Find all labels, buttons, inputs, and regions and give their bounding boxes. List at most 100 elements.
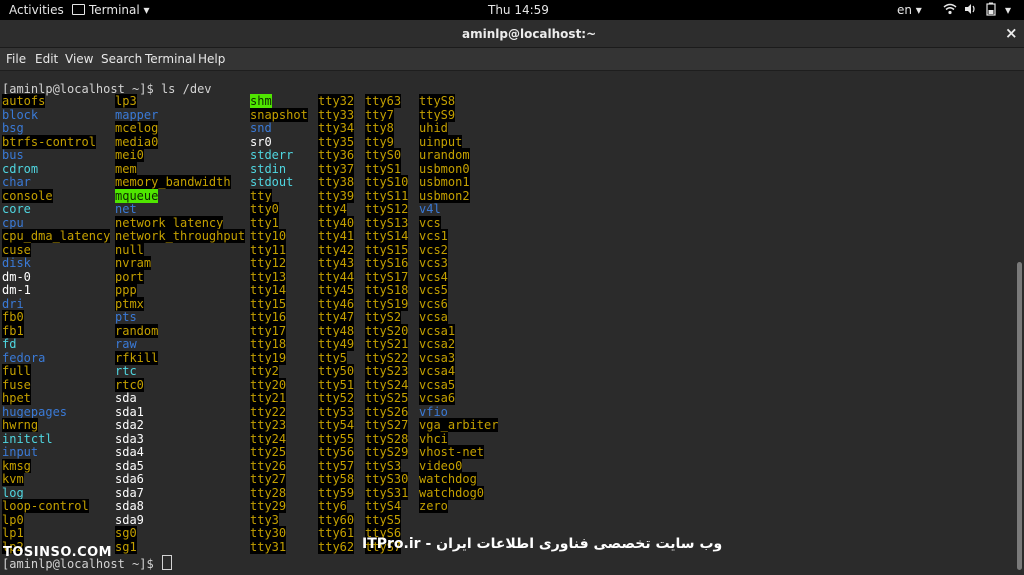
ls-entry-row: ttyS1 <box>365 161 408 177</box>
system-menu-caret-icon[interactable]: ▾ <box>1005 3 1011 17</box>
dev-entry: tty4 <box>318 202 347 216</box>
ls-column-4: tty32 tty33 tty34 tty35 tty36 tty37 tty38 tty39… <box>318 94 355 554</box>
dev-entry: usbmon0 <box>419 161 470 176</box>
app-menu-button[interactable]: Terminal ▾ <box>72 3 150 17</box>
menu-file[interactable]: File <box>6 52 26 66</box>
menu-search[interactable]: Search <box>101 52 142 66</box>
ls-entry-row: block <box>2 108 110 123</box>
app-menu-label: Terminal ▾ <box>89 3 150 17</box>
ls-entry-row: fedora <box>2 351 110 366</box>
ls-entry-row: ttyS21 <box>365 337 409 352</box>
ls-entry-row: ttyS23 <box>365 364 409 379</box>
ls-entry-row: random <box>115 323 245 339</box>
ls-entry-row: tty4 <box>318 202 354 217</box>
dev-entry: ttyS22 <box>365 350 409 365</box>
ls-entry-row: tty11 <box>250 242 308 258</box>
ls-entry-row: tty46 <box>318 296 355 312</box>
ls-entry-row: network_latency <box>115 215 245 231</box>
ls-entry-row: tty23 <box>250 418 308 433</box>
menu-view[interactable]: View <box>65 52 93 66</box>
dev-entry: tty59 <box>318 485 355 500</box>
dev-entry: ttyS3 <box>365 458 402 473</box>
dev-entry: memory_bandwidth <box>115 175 231 189</box>
dev-entry: tty11 <box>250 242 287 257</box>
ls-entry-row: dri <box>2 297 110 312</box>
ls-entry-row: tty34 <box>318 121 355 136</box>
dev-entry: port <box>115 269 144 284</box>
volume-icon[interactable] <box>963 2 977 19</box>
ls-entry-row: usbmon0 <box>419 161 498 177</box>
terminal-scrollbar[interactable] <box>1017 262 1022 570</box>
dev-entry: vcs1 <box>419 229 448 243</box>
ls-entry-row: cuse <box>2 242 110 258</box>
ls-entry-row: ttyS0 <box>365 148 408 163</box>
battery-icon[interactable] <box>985 2 997 19</box>
activities-button[interactable]: Activities <box>9 3 64 17</box>
dev-entry: tty15 <box>250 296 287 311</box>
close-window-button[interactable]: × <box>1005 24 1018 42</box>
ls-entry-row: ttyS25 <box>365 391 409 406</box>
dev-entry: kmsg <box>2 458 31 473</box>
dev-entry: tty3 <box>250 512 279 527</box>
menu-edit[interactable]: Edit <box>35 52 58 66</box>
input-language-indicator[interactable]: en ▾ <box>897 3 922 17</box>
dev-entry: vhci <box>419 431 448 446</box>
dev-entry: tty29 <box>250 499 287 513</box>
clock[interactable]: Thu 14:59 <box>488 3 549 17</box>
dev-entry: ttyS15 <box>365 242 409 257</box>
dev-entry: tty56 <box>318 445 355 459</box>
dev-entry: rfkill <box>115 350 159 365</box>
ls-entry-row: snd <box>250 121 308 136</box>
dev-entry: ttyS5 <box>365 512 402 527</box>
dev-entry: ttyS11 <box>365 188 409 203</box>
ls-entry-row: disk <box>2 256 110 271</box>
dev-entry: tty7 <box>365 107 394 122</box>
dev-entry: net <box>115 202 137 216</box>
ls-entry-row: vcsa4 <box>419 364 498 379</box>
dev-entry: tty20 <box>250 377 287 392</box>
text-cursor <box>161 555 172 570</box>
wifi-icon[interactable] <box>943 2 957 19</box>
menu-help[interactable]: Help <box>198 52 225 66</box>
dev-entry: lp1 <box>2 526 24 540</box>
dev-entry: ttyS10 <box>365 175 409 189</box>
dev-entry: tty9 <box>365 134 394 149</box>
ls-entry-row: dm-0 <box>2 270 110 285</box>
ls-entry-row: core <box>2 202 110 217</box>
dev-entry: tty32 <box>318 94 355 108</box>
menu-terminal[interactable]: Terminal <box>145 52 196 66</box>
dev-entry: ttyS30 <box>365 472 409 486</box>
dev-entry: tty51 <box>318 377 355 392</box>
ls-entry-row: tty22 <box>250 404 308 420</box>
ls-entry-row: vcs3 <box>419 256 498 271</box>
dev-entry: ttyS16 <box>365 256 409 270</box>
dev-entry: ttyS19 <box>365 296 409 311</box>
dev-entry: rtc0 <box>115 377 144 392</box>
dev-entry: vcs <box>419 215 441 230</box>
dev-entry: nvram <box>115 256 152 270</box>
ls-entry-row: ttyS9 <box>419 107 498 123</box>
dev-entry: vcsa <box>419 310 448 324</box>
dev-entry: console <box>2 188 53 203</box>
dev-entry: vcs2 <box>419 242 448 257</box>
dev-entry: tty54 <box>318 418 355 432</box>
ls-entry-row: hwrng <box>2 418 110 433</box>
ls-entry-row: lp1 <box>2 526 110 541</box>
dev-entry: vcs4 <box>419 269 448 284</box>
ls-entry-row: mei0 <box>115 148 245 163</box>
dev-entry: sda8 <box>115 499 144 513</box>
ls-entry-row: tty49 <box>318 337 355 352</box>
ls-entry-row: ttyS2 <box>365 310 408 325</box>
dev-entry: pts <box>115 310 137 324</box>
dev-entry: ttyS18 <box>365 283 409 297</box>
dev-entry: fuse <box>2 377 31 392</box>
ls-entry-row: ttyS8 <box>419 94 498 109</box>
ls-entry-row: tty10 <box>250 229 308 244</box>
dev-entry: tty63 <box>365 94 402 108</box>
dev-entry: tty55 <box>318 431 355 446</box>
dev-entry: ppp <box>115 283 137 297</box>
dev-entry: ttyS14 <box>365 229 409 243</box>
dev-entry: ttyS17 <box>365 269 409 284</box>
ls-entry-row: pts <box>115 310 245 325</box>
dev-entry: tty16 <box>250 310 287 324</box>
